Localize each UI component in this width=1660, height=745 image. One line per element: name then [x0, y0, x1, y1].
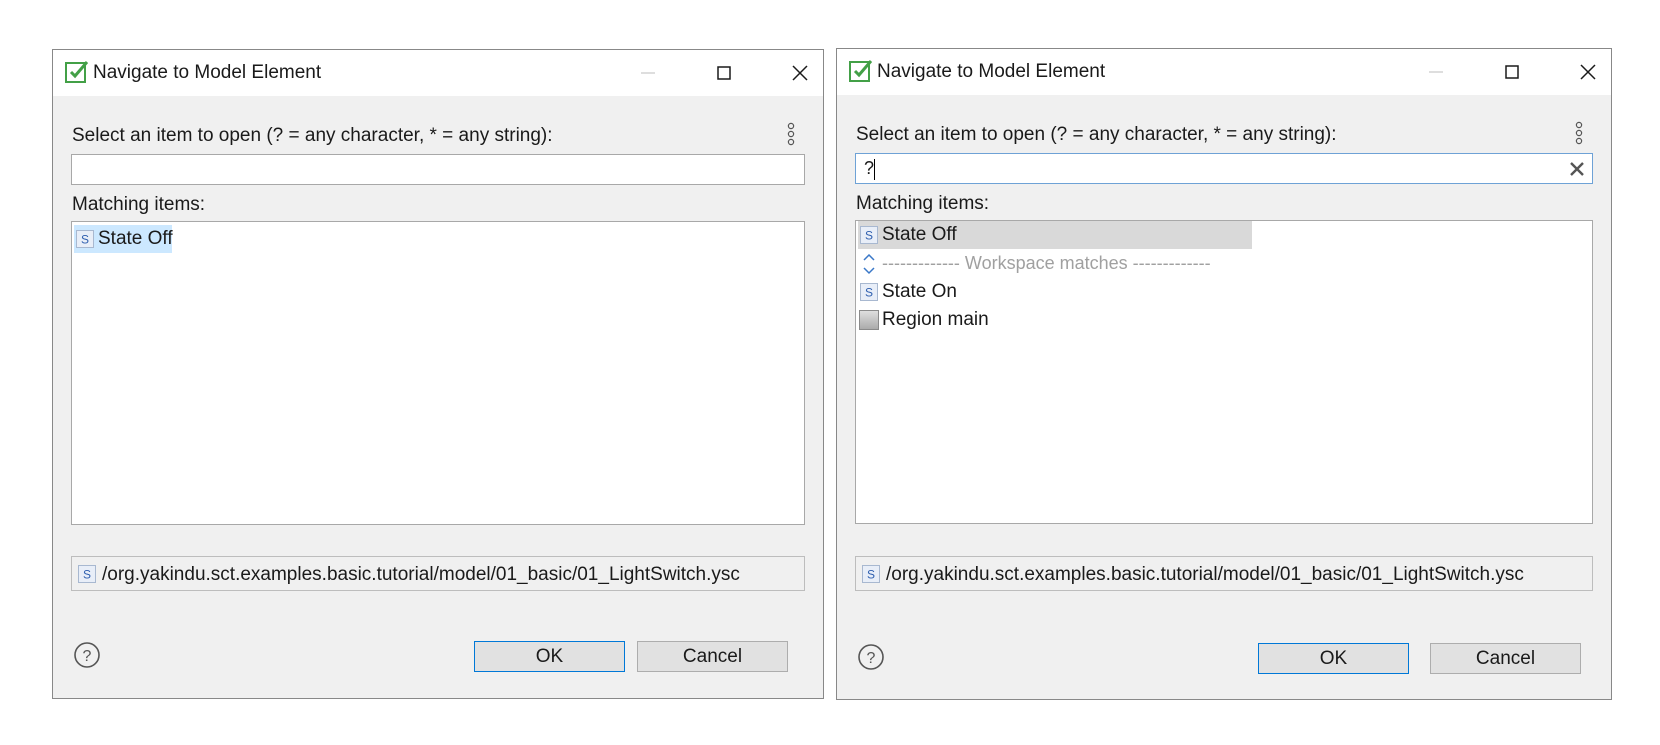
view-menu-icon[interactable] [785, 122, 797, 148]
state-icon: S [860, 283, 878, 301]
maximize-button[interactable] [689, 50, 759, 96]
state-icon: S [78, 565, 96, 583]
navigate-dialog-right: Navigate to Model Element Select an item… [836, 48, 1612, 700]
help-icon[interactable]: ? [857, 643, 885, 671]
navigate-app-icon [849, 60, 873, 82]
matching-items-label: Matching items: [856, 193, 990, 214]
view-menu-icon[interactable] [1573, 121, 1585, 147]
close-button[interactable] [765, 50, 835, 96]
list-item-label: State On [882, 281, 957, 302]
minimize-icon [1429, 71, 1443, 73]
expand-collapse-icon[interactable] [860, 252, 878, 276]
ok-button[interactable]: OK [474, 641, 625, 672]
svg-text:S: S [81, 233, 89, 247]
svg-text:S: S [865, 286, 873, 300]
state-icon: S [860, 226, 878, 244]
title-bar[interactable]: Navigate to Model Element [837, 49, 1611, 95]
filter-input[interactable]: ? [855, 153, 1593, 184]
close-button[interactable] [1553, 49, 1623, 95]
dialog-title: Navigate to Model Element [877, 61, 1106, 82]
workspace-matches-separator: ------------- Workspace matches --------… [858, 250, 1258, 278]
maximize-button[interactable] [1477, 49, 1547, 95]
state-icon: S [76, 230, 94, 248]
list-item-label: Region main [882, 309, 989, 330]
help-icon[interactable]: ? [73, 641, 101, 669]
minimize-button[interactable] [613, 50, 683, 96]
filter-input[interactable] [71, 154, 805, 185]
text-caret [874, 159, 875, 180]
list-item[interactable]: S State Off [858, 221, 1252, 249]
minimize-button[interactable] [1401, 49, 1471, 95]
separator-label: ------------- Workspace matches --------… [882, 253, 1211, 273]
maximize-icon [717, 66, 731, 80]
minimize-icon [641, 72, 655, 74]
state-icon: S [862, 565, 880, 583]
cancel-button[interactable]: Cancel [637, 641, 788, 672]
list-item[interactable]: Region main [858, 306, 1018, 334]
resource-path: /org.yakindu.sct.examples.basic.tutorial… [102, 564, 740, 585]
maximize-icon [1505, 65, 1519, 79]
list-item-label: State Off [882, 224, 957, 245]
close-icon [1580, 64, 1596, 80]
navigate-dialog-left: Navigate to Model Element Select an item… [52, 49, 824, 699]
cancel-button[interactable]: Cancel [1430, 643, 1581, 674]
matching-items-label: Matching items: [72, 194, 206, 215]
dialog-title: Navigate to Model Element [93, 62, 322, 83]
svg-text:?: ? [867, 650, 876, 667]
filter-input-value: ? [864, 158, 875, 178]
status-path-bar: S /org.yakindu.sct.examples.basic.tutori… [855, 556, 1593, 591]
filter-prompt: Select an item to open (? = any characte… [72, 125, 553, 146]
status-path-bar: S /org.yakindu.sct.examples.basic.tutori… [71, 556, 805, 591]
svg-text:S: S [83, 568, 91, 582]
filter-prompt: Select an item to open (? = any characte… [856, 124, 1337, 145]
list-item[interactable]: S State On [858, 278, 998, 306]
resource-path: /org.yakindu.sct.examples.basic.tutorial… [886, 564, 1524, 585]
ok-button[interactable]: OK [1258, 643, 1409, 674]
matching-items-list[interactable]: S State Off ------------- Workspace matc… [855, 220, 1593, 524]
navigate-app-icon [65, 61, 89, 83]
svg-text:?: ? [83, 648, 92, 665]
title-bar[interactable]: Navigate to Model Element [53, 50, 823, 96]
close-icon [792, 65, 808, 81]
matching-items-list[interactable]: S State Off [71, 221, 805, 525]
clear-filter-icon[interactable] [1568, 160, 1586, 178]
list-item-label: State Off [98, 228, 173, 249]
region-icon [859, 310, 879, 330]
list-item[interactable]: S State Off [74, 225, 173, 253]
svg-text:S: S [865, 229, 873, 243]
svg-text:S: S [867, 568, 875, 582]
